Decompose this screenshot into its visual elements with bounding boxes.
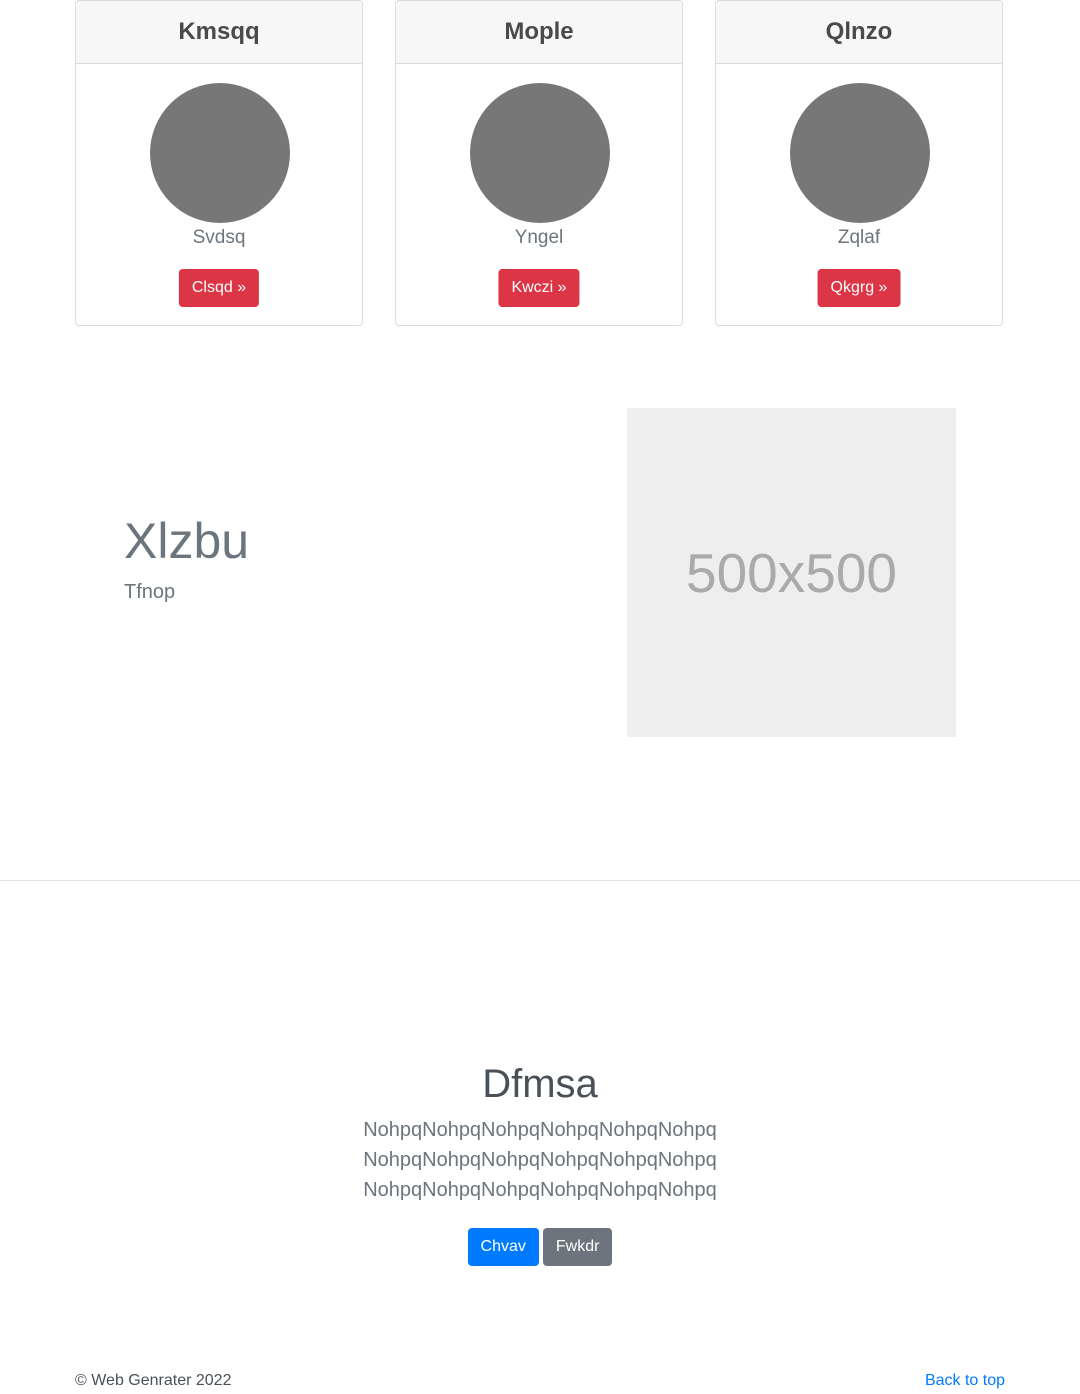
card-action-button[interactable]: Clsqd » — [178, 269, 260, 307]
avatar — [150, 83, 290, 223]
section-divider — [0, 880, 1080, 881]
hero-title: Dfmsa — [482, 1062, 598, 1106]
card-title: Kmsqq — [76, 1, 362, 64]
hero-buttons: Chvav Fwkdr — [0, 1228, 1080, 1266]
card-mople: Mople Yngel Kwczi » — [395, 0, 683, 326]
card-title: Qlnzo — [716, 1, 1002, 64]
card-qlnzo: Qlnzo Zqlaf Qkgrg » — [715, 0, 1003, 326]
card-subtitle: Svdsq — [192, 227, 246, 248]
placeholder-label: 500x500 — [685, 541, 898, 604]
feature-subtitle: Tfnop — [124, 581, 176, 603]
avatar — [470, 83, 610, 223]
card-subtitle: Zqlaf — [837, 227, 881, 248]
hero-text-line: NohpqNohpqNohpqNohpqNohpqNohpq — [363, 1119, 717, 1141]
avatar — [790, 83, 930, 223]
card-group: Kmsqq Svdsq Clsqd » Mople Yngel Kwczi » … — [75, 0, 1005, 328]
card-action-button[interactable]: Qkgrg » — [817, 269, 901, 307]
card-subtitle: Yngel — [514, 227, 564, 248]
hero-text-line: NohpqNohpqNohpqNohpqNohpqNohpq — [363, 1179, 717, 1201]
secondary-button[interactable]: Fwkdr — [542, 1228, 613, 1266]
card-kmsqq: Kmsqq Svdsq Clsqd » — [75, 0, 363, 326]
hero-text: NohpqNohpqNohpqNohpqNohpqNohpq NohpqNohp… — [0, 1115, 1080, 1205]
feature-title: Xlzbu — [124, 513, 250, 569]
page: Kmsqq Svdsq Clsqd » Mople Yngel Kwczi » … — [0, 0, 1080, 1394]
card-title: Mople — [396, 1, 682, 64]
card-action-button[interactable]: Kwczi » — [498, 269, 580, 307]
back-to-top-link[interactable]: Back to top — [925, 1372, 1005, 1390]
placeholder-image: 500x500 — [627, 408, 956, 737]
footer-copyright: © Web Genrater 2022 — [75, 1372, 232, 1389]
hero-text-line: NohpqNohpqNohpqNohpqNohpqNohpq — [363, 1149, 717, 1171]
primary-button[interactable]: Chvav — [467, 1228, 539, 1266]
